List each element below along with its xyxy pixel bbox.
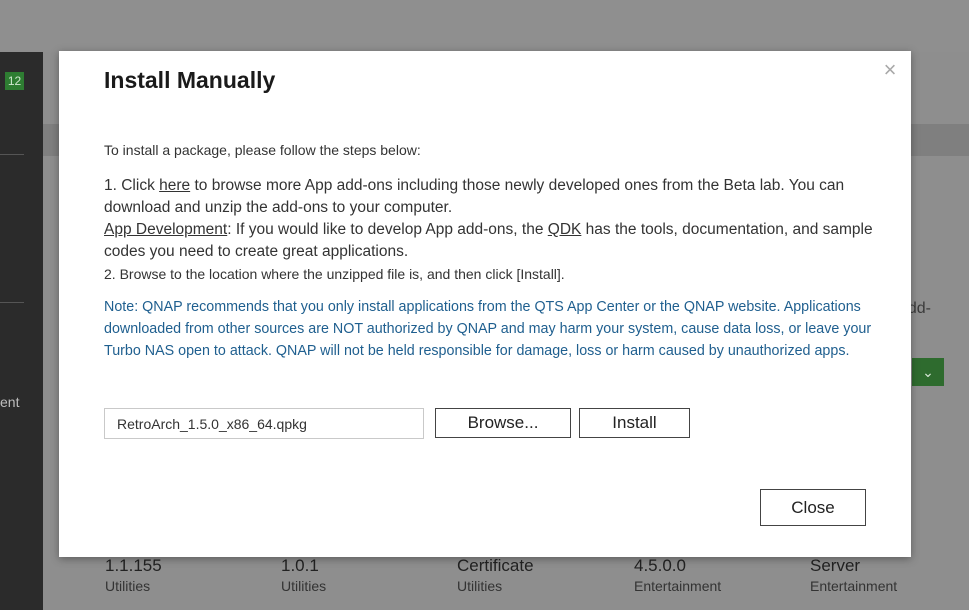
- app-version: 4.5.0.0: [634, 556, 686, 575]
- app-card: 1.1.155 Utilities: [105, 556, 255, 596]
- app-category: Utilities: [457, 578, 503, 594]
- note-label: Note: [104, 299, 135, 315]
- sidebar-divider: [0, 154, 24, 155]
- app-card: Certificate Utilities: [457, 556, 607, 596]
- background-sidebar: [0, 0, 43, 610]
- note-text: : QNAP recommends that you only install …: [104, 299, 872, 359]
- intro-text: To install a package, please follow the …: [104, 142, 421, 158]
- app-category: Entertainment: [810, 578, 898, 594]
- count-badge: 12: [5, 72, 24, 90]
- file-path-input[interactable]: [104, 408, 424, 439]
- app-card: Server Entertainment: [810, 556, 960, 596]
- app-card: 4.5.0.0 Entertainment: [634, 556, 784, 596]
- app-card: 1.0.1 Utilities: [281, 556, 431, 596]
- step1-prefix: 1. Click: [104, 177, 160, 194]
- app-version: Certificate: [457, 556, 534, 575]
- close-icon[interactable]: ×: [879, 59, 901, 81]
- install-steps: 1. Click here to browse more App add-ons…: [104, 175, 874, 285]
- dialog-title: Install Manually: [104, 67, 276, 93]
- app-category: Entertainment: [634, 578, 722, 594]
- app-category: Utilities: [105, 578, 151, 594]
- app-version: 1.0.1: [281, 556, 319, 575]
- app-version: 1.1.155: [105, 556, 162, 575]
- appdev-prefix: : If you would like to develop App add-o…: [227, 221, 548, 238]
- sidebar-item-label: ent: [0, 394, 20, 410]
- install-manually-dialog: Install Manually × To install a package,…: [59, 51, 911, 557]
- close-button[interactable]: Close: [760, 489, 866, 526]
- background-text: dd-: [907, 300, 931, 317]
- app-category: Utilities: [281, 578, 327, 594]
- chevron-down-icon: ⌄: [912, 358, 944, 386]
- step-1: 1. Click here to browse more App add-ons…: [104, 175, 874, 219]
- app-development-link[interactable]: App Development: [104, 221, 227, 238]
- app-development-info: App Development: If you would like to de…: [104, 219, 874, 263]
- step1-suffix: to browse more App add-ons including tho…: [104, 177, 845, 216]
- sidebar-divider: [0, 302, 24, 303]
- browse-button[interactable]: Browse...: [435, 408, 571, 438]
- qdk-link[interactable]: QDK: [548, 221, 582, 238]
- app-version: Server: [810, 556, 861, 575]
- here-link[interactable]: here: [159, 177, 190, 194]
- install-button[interactable]: Install: [579, 408, 690, 438]
- security-note: Note: QNAP recommends that you only inst…: [104, 296, 874, 362]
- background-topbar: [0, 0, 43, 52]
- step-2: 2. Browse to the location where the unzi…: [104, 266, 565, 282]
